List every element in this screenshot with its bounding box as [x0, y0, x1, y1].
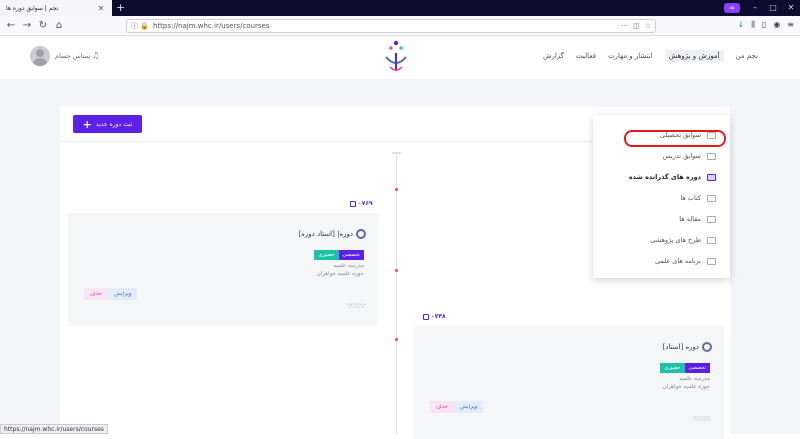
add-course-button[interactable]: + ثبت دوره جدید: [73, 115, 142, 133]
course-meta: مدرسه علمیه حوزه علمیه خواهران: [316, 263, 364, 277]
timeline-dot: [395, 338, 398, 341]
address-bar[interactable]: ⓘ 🔒 https://najm.whc.ir/users/courses ··…: [126, 19, 656, 33]
dropdown-item-scientific-programs[interactable]: برنامه های علمی: [655, 257, 716, 265]
reload-icon[interactable]: ↻: [36, 19, 50, 33]
dropdown-item-completed-courses[interactable]: دوره های گذرانده شده: [629, 173, 716, 181]
pocket-icon[interactable]: ◫: [633, 22, 640, 30]
plus-icon: +: [82, 117, 92, 131]
delete-button[interactable]: حذف: [84, 288, 108, 300]
course-actions: حذف ویرایش: [430, 401, 484, 413]
minimize-icon[interactable]: –: [746, 0, 764, 16]
course-code: ۰۷۶۹: [350, 200, 373, 207]
private-mask-icon: ∞: [724, 3, 740, 13]
course-tags: حضوری تخصصی: [314, 250, 364, 260]
course-tags: حضوری تخصصی: [660, 363, 710, 373]
browser-tabbar: نجم | سوابق دوره ها ✕ + ∞ – □ ✕: [0, 0, 800, 16]
course-card: دوره [استاد] حضوری تخصصی مدرسه علمیه حوز…: [414, 326, 724, 439]
sidebar-icon[interactable]: ▯: [762, 20, 766, 30]
menu-item-report[interactable]: گزارش: [543, 52, 564, 62]
program-icon: [707, 257, 716, 265]
certificate-icon: [707, 173, 716, 181]
annotation-highlight: [624, 130, 726, 147]
najm-logo[interactable]: [378, 39, 414, 75]
tag-inperson: حضوری: [314, 250, 339, 260]
dropdown-item-research[interactable]: طرح های پژوهشی: [650, 236, 716, 244]
flask-icon: [707, 236, 716, 244]
new-tab-icon[interactable]: +: [116, 1, 125, 14]
avatar: [30, 46, 50, 66]
course-code: ۰۷۴۸: [423, 313, 446, 320]
close-icon[interactable]: ✕: [96, 4, 106, 13]
course-actions: حذف ویرایش: [84, 288, 138, 300]
dropdown-item-books[interactable]: کتاب ها: [680, 194, 716, 202]
library-icon[interactable]: ⫼: [751, 20, 755, 30]
course-title: دوره| [استاد دوره]: [298, 229, 366, 239]
menu-item-activity[interactable]: فعالیت: [576, 52, 596, 62]
timeline-line: [396, 152, 397, 434]
browser-toolbar-right: ↓ ⫼ ▯ ◉ ≡: [738, 20, 794, 30]
dropdown-item-teaching-records[interactable]: سوابق تدریس: [663, 152, 716, 160]
app-header: نجم من آموزش و پژوهش انتشار و مهارت فعال…: [0, 37, 800, 79]
course-meta: مدرسه علمیه حوزه علمیه خواهران: [662, 376, 710, 390]
window-close-icon[interactable]: ✕: [782, 0, 800, 16]
download-icon[interactable]: ↓: [738, 20, 745, 30]
app-body: نجم من آموزش و پژوهش انتشار و مهارت فعال…: [0, 37, 800, 439]
calendar-icon: [423, 313, 429, 320]
tab-title: نجم | سوابق دوره ها: [6, 4, 59, 12]
lock-icon: ⓘ 🔒: [131, 22, 149, 30]
maximize-icon[interactable]: □: [764, 0, 782, 16]
course-card: دوره| [استاد دوره] حضوری تخصصی مدرسه علم…: [68, 213, 378, 326]
medal-icon: [702, 342, 712, 352]
back-icon[interactable]: ←: [4, 19, 18, 33]
edit-button[interactable]: ویرایش: [454, 401, 484, 413]
account-icon[interactable]: ◉: [773, 20, 780, 30]
status-bar-url: https://najm.whc.ir/users/courses: [0, 424, 108, 434]
forward-icon[interactable]: →: [20, 19, 34, 33]
user-name: ستاس حسام: [55, 52, 91, 60]
menu-item-publication[interactable]: انتشار و مهارت: [608, 52, 653, 62]
tag-inperson: حضوری: [660, 363, 685, 373]
home-icon[interactable]: ⌂: [52, 19, 66, 33]
delete-button[interactable]: حذف: [430, 401, 454, 413]
menu-item-najm[interactable]: نجم من: [736, 52, 758, 62]
main-menu: نجم من آموزش و پژوهش انتشار و مهارت فعال…: [543, 50, 758, 62]
bell-icon[interactable]: ♫: [92, 51, 99, 60]
window-controls: – □ ✕: [746, 0, 800, 16]
timeline-dot: [395, 269, 398, 272]
rating-icons: ♡♡♡♡: [346, 303, 364, 310]
rating-icons: ♡♡♡♡: [692, 416, 710, 423]
medal-icon: [356, 229, 366, 239]
menu-item-education[interactable]: آموزش و پژوهش: [664, 50, 724, 62]
user-menu[interactable]: ستاس حسام: [30, 46, 90, 66]
browser-navbar: ← → ↻ ⌂ ⓘ 🔒 https://najm.whc.ir/users/co…: [0, 16, 800, 36]
calendar-icon: [350, 200, 356, 207]
dropdown-item-articles[interactable]: مقاله ها: [679, 215, 716, 223]
url-text: https://najm.whc.ir/users/courses: [152, 22, 270, 30]
add-course-label: ثبت دوره جدید: [95, 120, 133, 128]
bookmark-star-icon[interactable]: ☆: [645, 22, 651, 30]
course-title: دوره [استاد]: [663, 342, 712, 352]
tag-specialized: تخصصی: [338, 250, 364, 260]
more-actions-icon[interactable]: ···: [621, 22, 628, 30]
timeline-dot: [395, 188, 398, 191]
app-menu-icon[interactable]: ≡: [787, 20, 794, 30]
book-icon: [707, 194, 716, 202]
article-icon: [707, 215, 716, 223]
edit-button[interactable]: ویرایش: [108, 288, 138, 300]
teaching-icon: [707, 152, 716, 160]
browser-tab[interactable]: نجم | سوابق دوره ها ✕: [0, 0, 112, 16]
tag-specialized: تخصصی: [684, 363, 710, 373]
